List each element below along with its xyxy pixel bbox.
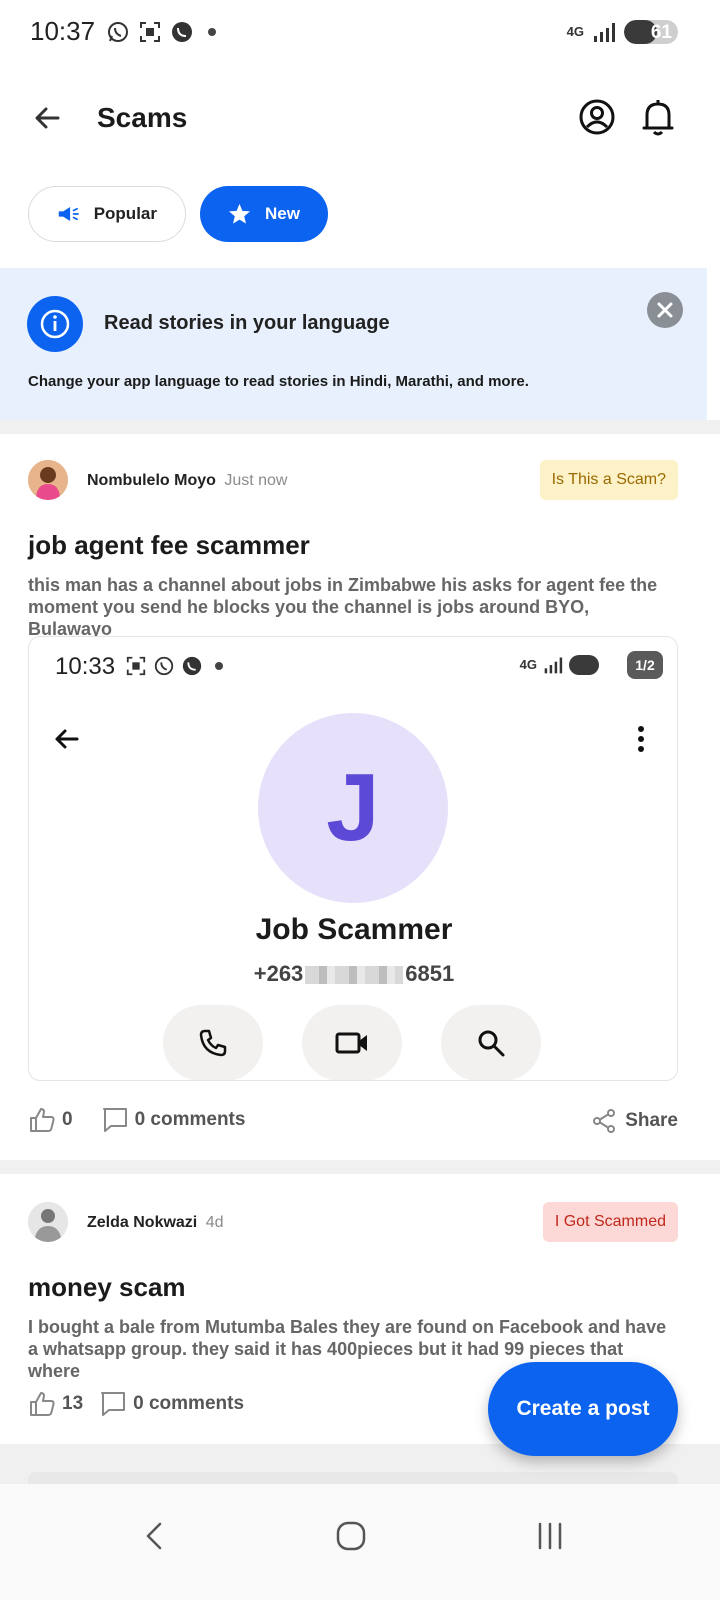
image-status-right: 4G [520, 655, 599, 675]
language-banner: Read stories in your language Change you… [0, 268, 707, 420]
nav-recents-button[interactable] [526, 1512, 574, 1560]
more-notifications-dot [208, 28, 216, 36]
system-nav-bar [0, 1484, 720, 1600]
notifications-bell-icon[interactable] [638, 96, 678, 138]
viber-icon [172, 22, 192, 42]
post-image[interactable]: 10:33 4G 1/2 J Job Scammer +263 6851 [28, 636, 678, 1081]
banner-title: Read stories in your language [104, 312, 390, 334]
image-page-counter: 1/2 [627, 651, 663, 679]
search-action [441, 1005, 541, 1080]
comment-icon[interactable] [99, 1390, 127, 1418]
comment-count[interactable]: 0 comments [133, 1393, 244, 1415]
nav-recents-icon [538, 1522, 562, 1550]
share-button[interactable]: Share [591, 1108, 678, 1134]
signal-icon [544, 657, 563, 674]
like-icon[interactable] [28, 1390, 56, 1418]
network-type: 4G [566, 24, 584, 39]
app-header: Scams [0, 80, 720, 156]
screenshot-icon [126, 656, 146, 676]
image-notification-icons [125, 655, 223, 677]
post-footer: 0 0 comments [28, 1106, 245, 1134]
back-arrow-icon[interactable] [28, 98, 68, 138]
whatsapp-icon [108, 22, 128, 42]
nav-back-icon [146, 1522, 162, 1550]
post-card[interactable]: Nombulelo Moyo Just now Is This a Scam? … [0, 434, 720, 1160]
screenshot-icon [140, 22, 160, 42]
post-title[interactable]: money scam [28, 1272, 186, 1303]
author-name[interactable]: Zelda Nokwazi [87, 1214, 197, 1231]
tab-new-label: New [265, 204, 300, 223]
contact-number-suffix: 6851 [405, 961, 455, 986]
video-action [302, 1005, 402, 1080]
author-avatar[interactable] [28, 1202, 68, 1242]
comment-count[interactable]: 0 comments [135, 1109, 246, 1131]
image-status-time: 10:33 [55, 653, 116, 680]
post-footer: 13 0 comments [28, 1390, 244, 1418]
redacted-digits [305, 966, 404, 985]
notification-icons [106, 20, 216, 44]
post-title[interactable]: job agent fee scammer [28, 530, 310, 561]
close-icon [657, 302, 673, 318]
share-label: Share [625, 1110, 678, 1131]
tab-popular-label: Popular [93, 204, 157, 223]
close-banner-button[interactable] [647, 292, 683, 328]
signal-icon [594, 23, 615, 42]
battery-level: 61 [650, 22, 672, 43]
more-vert-icon [638, 726, 644, 752]
more-notifications-dot [215, 662, 223, 670]
feed-tabs: Popular New [28, 186, 328, 242]
battery-icon [569, 655, 599, 675]
contact-name: Job Scammer [255, 913, 453, 946]
status-bar: 10:37 4G 61 [0, 0, 720, 68]
info-icon [27, 296, 83, 352]
post-category-badge[interactable]: I Got Scammed [542, 1202, 678, 1242]
like-icon[interactable] [28, 1106, 56, 1134]
section-divider [0, 1160, 720, 1174]
banner-subtitle: Change your app language to read stories… [28, 373, 529, 390]
author-name[interactable]: Nombulelo Moyo [87, 472, 216, 489]
profile-icon[interactable] [578, 98, 616, 136]
post-time: Just now [224, 472, 288, 489]
whatsapp-icon [154, 656, 174, 676]
video-camera-icon [335, 1032, 367, 1054]
phone-icon [199, 1029, 227, 1057]
image-network-type: 4G [519, 657, 537, 672]
contact-number: +263 6851 [29, 961, 677, 987]
share-icon [593, 1109, 616, 1133]
post-category-badge[interactable]: Is This a Scam? [539, 460, 678, 500]
section-divider [0, 420, 720, 434]
status-time: 10:37 [30, 16, 96, 46]
battery-icon: 61 [624, 20, 678, 44]
star-icon [228, 203, 251, 224]
tab-new[interactable]: New [200, 186, 328, 242]
post-time: 4d [205, 1214, 224, 1231]
author-line: Zelda Nokwazi 4d [87, 1214, 224, 1232]
contact-initial: J [326, 754, 380, 861]
author-line: Nombulelo Moyo Just now [87, 472, 287, 490]
page-title: Scams [97, 102, 188, 133]
nav-home-icon [336, 1521, 366, 1551]
megaphone-icon [58, 207, 79, 221]
back-arrow-icon [55, 729, 79, 749]
nav-back-button[interactable] [130, 1512, 178, 1560]
author-avatar[interactable] [28, 460, 68, 500]
viber-icon [182, 656, 202, 676]
call-action [163, 1005, 263, 1080]
like-count: 13 [62, 1393, 84, 1414]
contact-number-prefix: +263 [253, 961, 304, 986]
like-count: 0 [62, 1109, 73, 1130]
contact-avatar: J [258, 713, 448, 903]
nav-home-button[interactable] [327, 1512, 375, 1560]
post-body[interactable]: this man has a channel about jobs in Zim… [28, 574, 678, 640]
create-post-button[interactable]: Create a post [488, 1362, 678, 1456]
comment-icon[interactable] [101, 1106, 129, 1134]
tab-popular[interactable]: Popular [28, 186, 186, 242]
search-icon [478, 1030, 505, 1057]
